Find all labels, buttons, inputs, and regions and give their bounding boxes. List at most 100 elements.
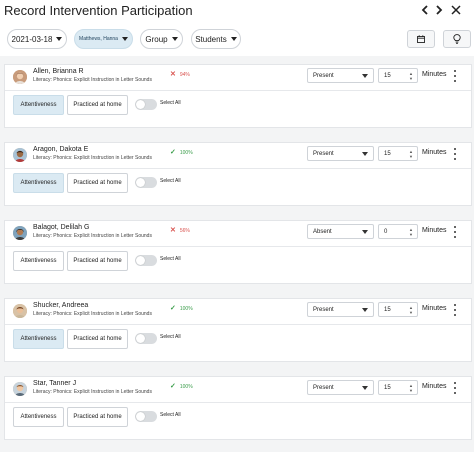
progress-status: ✓ 100% [170,382,193,390]
students-label: Students [195,34,227,44]
progress-percent: 100% [179,150,193,156]
select-all-toggle[interactable] [135,255,157,266]
student-subject: Literacy: Phonics: Explicit Instruction … [33,233,152,239]
stepper-down-icon[interactable]: ▼ [409,310,414,315]
more-options-icon[interactable] [451,226,459,238]
date-dropdown[interactable]: 2021-03-18 [7,29,67,49]
select-all-toggle[interactable] [135,99,157,110]
minutes-input[interactable]: 0 ▲ ▼ [378,224,418,239]
practiced-at-home-tag[interactable]: Practiced at home [67,329,128,349]
stepper-down-icon[interactable]: ▼ [409,76,414,81]
attendance-value: Present [313,306,334,313]
avatar [13,226,27,240]
minutes-stepper[interactable]: ▲ ▼ [409,305,414,315]
student-subject: Literacy: Phonics: Explicit Instruction … [33,155,152,161]
minutes-value: 15 [384,72,391,79]
minutes-input[interactable]: 15 ▲ ▼ [378,380,418,395]
attendance-select[interactable]: Present [307,302,374,317]
attendance-select[interactable]: Present [307,380,374,395]
attentiveness-tag[interactable]: Attentiveness [13,251,64,271]
divider [5,246,471,247]
avatar [13,382,27,396]
minutes-value: 15 [384,150,391,157]
minutes-input[interactable]: 15 ▲ ▼ [378,68,418,83]
minutes-value: 15 [384,384,391,391]
toggle-knob [136,100,145,109]
page-title: Record Intervention Participation [4,3,193,18]
student-card: Shucker, Andreea Literacy: Phonics: Expl… [4,298,472,362]
progress-percent: 94% [179,72,190,78]
students-dropdown[interactable]: Students [191,29,241,49]
student-card: Aragon, Dakota E Literacy: Phonics: Expl… [4,142,472,206]
student-card: Balagot, Delilah G Literacy: Phonics: Ex… [4,220,472,284]
toggle-knob [136,178,145,187]
attendance-select[interactable]: Absent [307,224,374,239]
close-icon[interactable] [449,3,463,17]
stepper-down-icon[interactable]: ▼ [409,388,414,393]
progress-status: ✕ 56% [170,226,190,234]
stepper-down-icon[interactable]: ▼ [409,232,414,237]
select-all-label: Select All [160,334,181,340]
check-icon: ✓ [170,383,176,390]
select-all-toggle[interactable] [135,177,157,188]
attendance-select[interactable]: Present [307,68,374,83]
progress-status: ✕ 94% [170,70,190,78]
divider [5,90,471,91]
minutes-stepper[interactable]: ▲ ▼ [409,71,414,81]
student-card: Star, Tanner J Literacy: Phonics: Explic… [4,376,472,440]
minutes-input[interactable]: 15 ▲ ▼ [378,302,418,317]
chevron-left-icon[interactable] [418,3,432,17]
more-options-icon[interactable] [451,382,459,394]
group-label: Group [145,34,168,44]
practiced-at-home-tag[interactable]: Practiced at home [67,407,128,427]
more-options-icon[interactable] [451,148,459,160]
stepper-down-icon[interactable]: ▼ [409,154,414,159]
more-options-icon[interactable] [451,70,459,82]
student-subject: Literacy: Phonics: Explicit Instruction … [33,311,152,317]
chevron-down-icon [362,230,368,234]
progress-percent: 100% [179,306,193,312]
select-all-toggle[interactable] [135,411,157,422]
practiced-at-home-tag[interactable]: Practiced at home [67,95,128,115]
student-name: Allen, Brianna R [33,68,84,75]
attentiveness-tag[interactable]: Attentiveness [13,95,64,115]
calendar-button[interactable] [407,30,435,48]
attentiveness-tag[interactable]: Attentiveness [13,329,64,349]
student-list: Allen, Brianna R Literacy: Phonics: Expl… [0,56,474,452]
dialog-header: Record Intervention Participation [0,0,474,22]
record-intervention-dialog: Record Intervention Participation 2021-0… [0,0,474,452]
minutes-stepper[interactable]: ▲ ▼ [409,383,414,393]
minutes-label: Minutes [422,305,447,312]
attendance-value: Present [313,384,334,391]
toggle-knob [136,256,145,265]
teacher-dropdown[interactable]: Matthews, Hanna [74,29,133,49]
chevron-down-icon [362,74,368,78]
chevron-down-icon [362,386,368,390]
practiced-at-home-tag[interactable]: Practiced at home [67,251,128,271]
student-name: Balagot, Delilah G [33,224,90,231]
attendance-select[interactable]: Present [307,146,374,161]
minutes-stepper[interactable]: ▲ ▼ [409,227,414,237]
date-label: 2021-03-18 [11,34,53,44]
chevron-right-icon[interactable] [432,3,446,17]
minutes-input[interactable]: 15 ▲ ▼ [378,146,418,161]
select-all-toggle[interactable] [135,333,157,344]
attentiveness-tag[interactable]: Attentiveness [13,173,64,193]
lightbulb-icon [453,34,461,44]
group-dropdown[interactable]: Group [140,29,183,49]
practiced-at-home-tag[interactable]: Practiced at home [67,173,128,193]
student-subject: Literacy: Phonics: Explicit Instruction … [33,389,152,395]
minutes-label: Minutes [422,227,447,234]
calendar-icon [417,35,425,43]
more-options-icon[interactable] [451,304,459,316]
attentiveness-tag[interactable]: Attentiveness [13,407,64,427]
student-card: Allen, Brianna R Literacy: Phonics: Expl… [4,64,472,128]
progress-percent: 100% [179,384,193,390]
attendance-value: Present [313,150,334,157]
lightbulb-button[interactable] [443,30,471,48]
minutes-label: Minutes [422,71,447,78]
minutes-stepper[interactable]: ▲ ▼ [409,149,414,159]
progress-percent: 56% [179,228,190,234]
chevron-down-icon [362,152,368,156]
attendance-value: Absent [313,228,332,235]
